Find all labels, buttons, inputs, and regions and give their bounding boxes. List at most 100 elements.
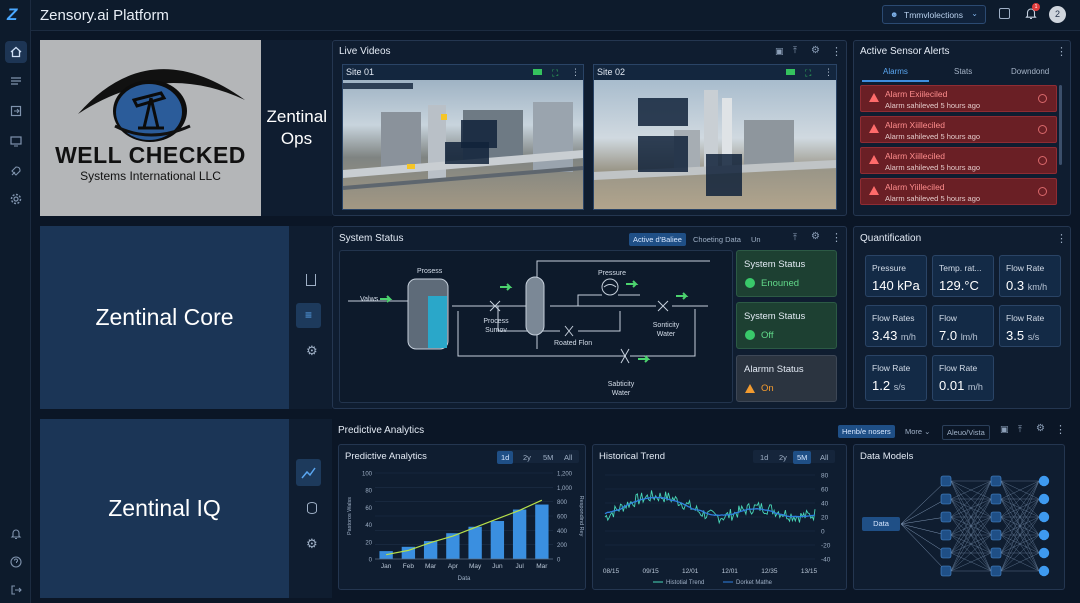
camera-icon[interactable] — [533, 69, 542, 75]
gear-icon[interactable]: ⚙ — [306, 536, 318, 552]
camera-icon[interactable] — [786, 69, 795, 75]
image-icon[interactable]: ▣ — [1000, 424, 1009, 435]
status-card[interactable]: System Status Off — [736, 302, 837, 349]
metric-card[interactable]: Flow Rate 1.2 s/s — [865, 355, 927, 401]
alert-item[interactable]: Alarm Yiilleciled Alarm sahileved 5 hours… — [860, 178, 1057, 205]
tab-stats[interactable]: Stats — [954, 67, 972, 76]
tab-aleuo-vista[interactable]: Aleuo/Vista — [942, 425, 990, 440]
info-icon[interactable] — [1038, 156, 1047, 165]
metric-unit: m/h — [967, 382, 983, 392]
predictive-title: Predictive Analytics — [338, 425, 425, 436]
tab-henb-nosers[interactable]: Henb/e nosers — [838, 425, 895, 438]
tab-alarms[interactable]: Alarms — [883, 67, 908, 76]
zentinal-iq-title: Zentinal IQ — [40, 419, 289, 598]
workspace-selector[interactable]: ☻ Tmmvlolections ⌄ — [882, 5, 986, 24]
gear-icon[interactable] — [5, 188, 27, 210]
process-diagram: Valws Prosess Process Sumov Pressure Roa… — [339, 250, 733, 403]
building-icon[interactable] — [306, 274, 316, 286]
image-icon[interactable] — [999, 8, 1010, 19]
metric-card[interactable]: Flow 7.0 lm/h — [932, 305, 994, 347]
info-icon[interactable] — [1038, 187, 1047, 196]
logout-icon[interactable] — [5, 579, 27, 601]
more-icon[interactable]: ⋮ — [831, 231, 842, 244]
alert-item[interactable]: Alarm Xiilleciled Alarm sahileved 5 hours… — [860, 116, 1057, 143]
video-feed-site-01[interactable]: Site 01 ⛶ ⋮ — [342, 64, 584, 210]
alert-item[interactable]: Alarm Xiilleciled Alarm sahileved 5 hours… — [860, 147, 1057, 174]
upload-icon[interactable]: ⤒ — [1018, 424, 1022, 435]
x-tick-label: 13/15 — [801, 568, 818, 575]
upload-icon[interactable]: ⤒ — [793, 45, 797, 56]
monitor-icon[interactable] — [5, 130, 27, 152]
scrollbar[interactable] — [1059, 85, 1062, 165]
metric-card[interactable]: Pressure 140 kPa — [865, 255, 927, 297]
image-icon[interactable]: ▣ — [775, 46, 784, 57]
status-card[interactable]: Alarmn Status On — [736, 355, 837, 402]
export-icon[interactable] — [5, 100, 27, 122]
tab-active[interactable]: Active d'Baliee — [629, 233, 686, 246]
more-icon[interactable]: ⋮ — [831, 45, 842, 58]
gear-icon[interactable]: ⚙ — [811, 231, 820, 242]
alert-item[interactable]: Alarm Exiileciled Alarm sahileved 5 hours… — [860, 85, 1057, 112]
chart-title: Predictive Analytics — [345, 451, 427, 462]
metric-card[interactable]: Temp. rat... 129.°C — [932, 255, 994, 297]
tab-choeting-data[interactable]: Choeting Data — [689, 233, 745, 246]
gear-icon[interactable]: ⚙ — [811, 45, 820, 56]
bell-icon[interactable] — [5, 523, 27, 545]
video-feed-site-02[interactable]: Site 02 ⛶ ⋮ — [593, 64, 837, 210]
edge — [900, 523, 947, 572]
upload-icon[interactable]: ⤒ — [793, 232, 797, 243]
data-input-node[interactable]: Data — [862, 517, 900, 531]
more-icon[interactable]: ⋮ — [1056, 232, 1067, 245]
live-videos-panel: Live Videos ▣ ⤒ ⚙ ⋮ Site 01 ⛶ ⋮ Site 02 … — [332, 40, 847, 216]
metric-card[interactable]: Flow Rates 3.43 m/h — [865, 305, 927, 347]
status-card-label: System Status — [744, 311, 806, 322]
gear-icon[interactable]: ⚙ — [1036, 423, 1045, 434]
database-icon[interactable] — [307, 502, 317, 514]
metric-card[interactable]: Flow Rate 3.5 s/s — [999, 305, 1061, 347]
x-axis-label: Data — [458, 576, 471, 582]
notification-badge: 1 — [1032, 3, 1040, 11]
series-line-histotial-trend — [604, 490, 816, 525]
tab-un[interactable]: Un — [747, 233, 765, 246]
help-icon[interactable] — [5, 551, 27, 573]
notification-bell-icon[interactable]: 1 — [1025, 3, 1040, 20]
bar — [468, 526, 482, 559]
y2-tick-label: 1,200 — [557, 472, 573, 478]
more-icon[interactable]: ⋮ — [1055, 423, 1066, 436]
more-icon[interactable]: ⋮ — [1056, 45, 1067, 58]
alert-title: Alarm Xiilleciled — [885, 120, 945, 130]
gear-icon[interactable]: ⚙ — [306, 343, 318, 359]
panel-toggle-icon[interactable]: ≡ — [296, 303, 321, 328]
nn-node — [990, 547, 1002, 559]
nn-node — [1038, 565, 1050, 577]
user-avatar[interactable]: 2 — [1049, 6, 1066, 23]
chart-line-icon[interactable] — [296, 459, 321, 486]
x-tick-label: 12/35 — [761, 568, 778, 575]
more-dropdown[interactable]: More ⌄ — [901, 425, 934, 438]
info-icon[interactable] — [1038, 94, 1047, 103]
y-tick-label: -20 — [821, 543, 831, 550]
fullscreen-icon[interactable]: ⛶ — [552, 68, 558, 79]
tab-downloads[interactable]: Downdond — [1011, 67, 1049, 76]
line-chart: -40 -20 0 20 40 60 80 08/15 09/15 12/01 12/01 12/35… — [603, 473, 831, 587]
home-icon[interactable] — [5, 41, 27, 63]
status-card[interactable]: System Status Enouned — [736, 250, 837, 297]
fullscreen-icon[interactable]: ⛶ — [805, 68, 811, 79]
info-icon[interactable] — [1038, 125, 1047, 134]
bar — [535, 504, 549, 559]
metric-card[interactable]: Flow Rate 0.3 km/h — [999, 255, 1061, 297]
metric-unit: s/s — [893, 382, 906, 392]
more-icon[interactable]: ⋮ — [824, 67, 833, 78]
y-tick-label: 40 — [365, 523, 372, 529]
metric-card[interactable]: Flow Rate 0.01 m/h — [932, 355, 994, 401]
label-input: Valws — [360, 296, 379, 303]
more-icon[interactable]: ⋮ — [571, 67, 580, 78]
rocket-icon[interactable] — [5, 160, 27, 182]
metric-value: 140 kPa — [872, 278, 920, 293]
bar — [379, 551, 393, 559]
app-logo[interactable]: Z — [7, 5, 24, 24]
y-tick-label: 20 — [821, 515, 829, 522]
list-icon[interactable] — [5, 70, 27, 92]
metric-label: Flow Rate — [872, 363, 911, 373]
alert-subtitle: Alarm sahileved 5 hours ago — [885, 194, 981, 203]
